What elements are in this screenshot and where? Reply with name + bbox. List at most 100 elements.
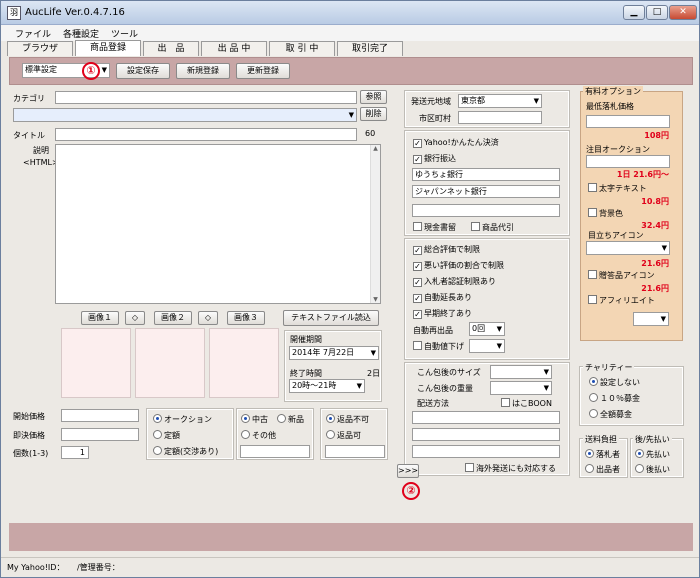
start-price-input[interactable] [61,409,139,422]
highlight-icon-cost: 21.6円 [641,259,669,268]
hako-boon-checkbox[interactable]: はこBOON [501,398,552,409]
image3-button[interactable]: 画像３ [227,311,265,325]
category-label: カテゴリ [13,94,45,103]
format-auction-radio[interactable]: オークション [153,414,212,425]
package-size-select[interactable]: ▼ [490,365,552,379]
featured-input[interactable] [586,155,670,168]
menu-tools[interactable]: ツール [111,27,138,40]
new-register-button[interactable]: 新規登録 [176,63,230,79]
auto-extend-checkbox[interactable]: ✓ 自動延長あり [413,292,472,303]
pay-pre-radio[interactable]: 先払い [635,449,670,460]
bank3-input[interactable] [412,204,560,217]
quantity-input[interactable]: 1 [61,446,89,459]
end-time-label: 終了時間 [290,369,322,378]
charity-ten-radio[interactable]: １０％募金 [589,393,640,404]
image1-slot[interactable] [61,328,131,398]
description-textarea[interactable]: ▲ ▼ [55,144,381,304]
update-register-button[interactable]: 更新登録 [236,63,290,79]
format-fixed-nego-radio[interactable]: 定額(交渉あり) [153,446,218,457]
period-date-select[interactable]: 2014年 7月22日 ▼ [289,346,379,360]
menu-file[interactable]: ファイル [15,27,51,40]
tab-browser[interactable]: ブラウザ [7,41,73,56]
tab-trading[interactable]: 取 引 中 [269,41,335,56]
format-fixed-radio[interactable]: 定額 [153,430,180,441]
cash-registered-checkbox[interactable]: 現金書留 [413,222,456,233]
image2-slot[interactable] [135,328,205,398]
bank-transfer-checkbox[interactable]: ✓ 銀行振込 [413,153,456,164]
early-end-checkbox[interactable]: ✓ 早期終了あり [413,308,472,319]
scroll-up-icon: ▲ [373,145,378,152]
tab-listed[interactable]: 出 品 中 [201,41,267,56]
status-bar: My Yahoo!ID： /管理番号： [1,557,699,577]
auto-down-checkbox[interactable]: 自動値下げ [413,341,464,352]
returns-no-radio[interactable]: 返品不可 [326,414,369,425]
postage-seller-radio[interactable]: 出品者 [585,464,620,475]
buyout-price-input[interactable] [61,428,139,441]
delivery-method1-input[interactable] [412,411,560,424]
min-price-input[interactable] [586,115,670,128]
category-browse-button[interactable]: 参照 [360,90,387,104]
swap-image-2-3-button[interactable]: ◇ [198,311,218,325]
image2-button[interactable]: 画像２ [154,311,192,325]
charity-all-radio[interactable]: 全額募金 [589,409,632,420]
bank2-input[interactable]: ジャパンネット銀行 [412,185,560,198]
bank1-input[interactable]: ゆうちょ銀行 [412,168,560,181]
package-weight-select[interactable]: ▼ [490,381,552,395]
affiliate-select[interactable]: ▼ [633,312,669,326]
yahoo-id-label: My Yahoo!ID： [7,563,65,572]
condition-used-radio[interactable]: 中古 [241,414,268,425]
end-time-select[interactable]: 20時～21時 ▼ [289,379,365,393]
condition-other-input[interactable] [240,445,310,458]
delivery-method2-input[interactable] [412,428,560,441]
tab-register[interactable]: 商品登録 [75,40,141,56]
start-price-label: 開始価格 [13,412,45,421]
origin-select[interactable]: 東京都 ▼ [458,94,542,108]
delivery-method-label: 配送方法 [417,399,449,408]
title-input[interactable] [55,128,357,141]
bidder-auth-checkbox[interactable]: ✓ 入札者認証制限あり [413,276,496,287]
city-label: 市区町村 [419,114,451,123]
bad-ratio-limit-checkbox[interactable]: ✓ 悪い評価の割合で制限 [413,260,504,271]
city-input[interactable] [458,111,542,124]
tab-completed[interactable]: 取引完了 [337,41,403,56]
background-color-checkbox[interactable]: 背景色 [588,208,623,219]
bold-text-checkbox[interactable]: 太字テキスト [588,183,647,194]
swap-image-1-2-button[interactable]: ◇ [125,311,145,325]
postage-buyer-radio[interactable]: 落札者 [585,449,620,460]
tab-listing[interactable]: 出 品 [143,41,199,56]
highlight-icon-select[interactable]: ▼ [586,241,670,255]
delivery-method3-input[interactable] [412,445,560,458]
annotation-2: ② [402,482,420,500]
title-count: 60 [365,129,376,138]
condition-new-radio[interactable]: 新品 [277,414,304,425]
yahoo-payment-checkbox[interactable]: ✓ Yahoo!かんたん決済 [413,137,499,148]
total-rating-limit-checkbox[interactable]: ✓ 総合評価で制限 [413,244,480,255]
image3-slot[interactable] [209,328,279,398]
condition-other-radio[interactable]: その他 [241,430,276,441]
affiliate-checkbox[interactable]: アフィリエイト [588,295,655,306]
gift-icon-checkbox[interactable]: 贈答品アイコン [588,270,655,281]
relist-label: 自動再出品 [413,326,453,335]
category-select[interactable]: ▼ [13,108,357,122]
image1-button[interactable]: 画像１ [81,311,119,325]
minimize-button[interactable]: ▁ [623,5,645,20]
close-button[interactable]: ✕ [669,5,697,20]
title-bar: 羽 AucLife Ver.0.4.7.16 ▁ □ ✕ [1,1,699,25]
charity-none-radio[interactable]: 設定しない [589,377,640,388]
returns-input[interactable] [325,445,385,458]
description-scrollbar[interactable]: ▲ ▼ [370,145,380,303]
cod-checkbox[interactable]: 商品代引 [471,222,514,233]
pay-post-radio[interactable]: 後払い [635,464,670,475]
menu-settings[interactable]: 各種設定 [63,27,99,40]
category-delete-button[interactable]: 削除 [360,107,387,121]
maximize-button[interactable]: □ [646,5,668,20]
category-input[interactable] [55,91,357,104]
app-icon: 羽 [7,6,21,20]
overseas-shipping-checkbox[interactable]: 海外発送にも対応する [465,463,556,474]
save-settings-button[interactable]: 設定保存 [116,63,170,79]
expand-button[interactable]: >>> [397,464,419,478]
relist-select[interactable]: 0回 ▼ [469,322,505,336]
text-file-load-button[interactable]: テキストファイル読込 [283,310,379,326]
returns-yes-radio[interactable]: 返品可 [326,430,361,441]
auto-down-select[interactable]: ▼ [469,339,505,353]
